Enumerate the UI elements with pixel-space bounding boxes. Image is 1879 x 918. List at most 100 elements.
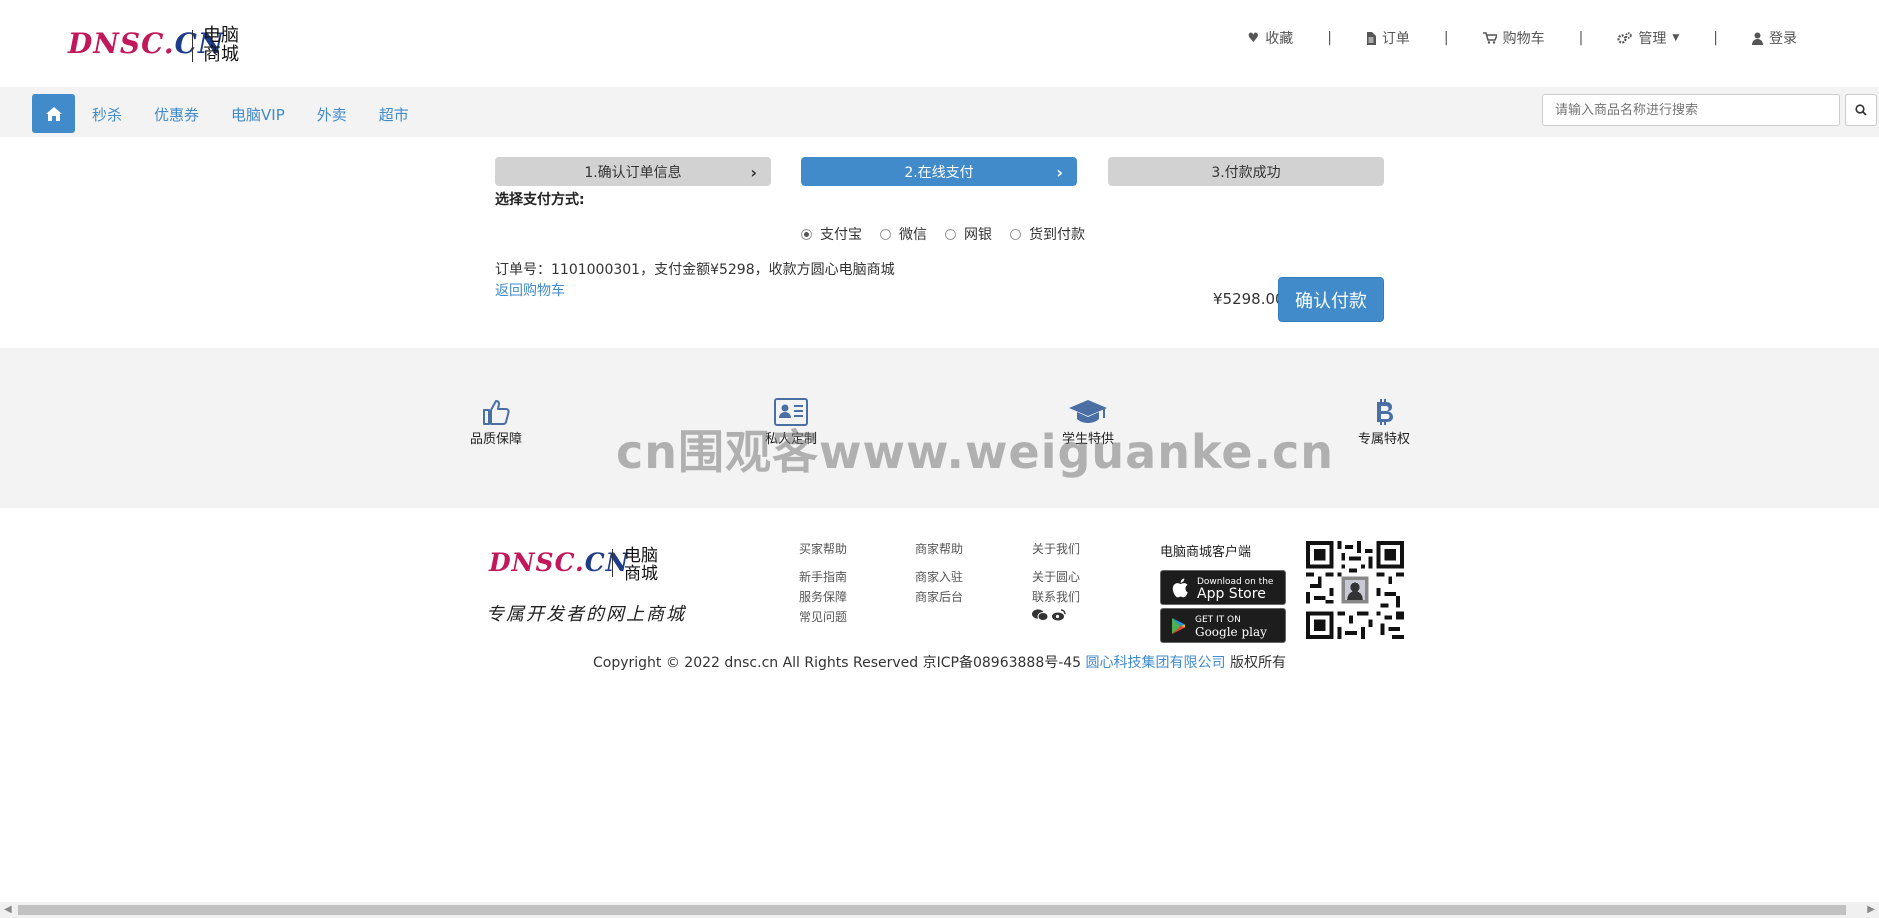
login-link[interactable]: 登录	[1752, 28, 1797, 48]
footer-link[interactable]: 关于圆心	[1032, 567, 1080, 587]
cart-icon	[1482, 32, 1497, 44]
logo-text-part1: DNSC.	[68, 27, 175, 60]
file-icon	[1366, 31, 1376, 45]
search-icon	[1855, 104, 1867, 116]
google-play-icon	[1172, 617, 1185, 634]
order-info: 订单号：1101000301，支付金额¥5298，收款方圆心电脑商城	[495, 262, 895, 278]
nav-links: 秒杀 优惠券 电脑VIP 外卖 超市	[92, 104, 441, 125]
manage-label: 管理	[1638, 31, 1667, 47]
step-label: 2.在线支付	[904, 164, 974, 181]
logo-text-part2: CN	[584, 548, 630, 577]
footer-link[interactable]: 联系我们	[1032, 587, 1080, 607]
company-link[interactable]: 圆心科技集团有限公司	[1086, 655, 1226, 671]
footer-link[interactable]: 商家入驻	[915, 567, 963, 587]
copyright: Copyright © 2022 dnsc.cn All Rights Rese…	[0, 652, 1879, 672]
nav-link-coupons[interactable]: 优惠券	[154, 104, 199, 125]
footer-col-merchant-help: 商家帮助 商家入驻 商家后台	[915, 540, 963, 607]
google-play-big: Google play	[1195, 624, 1267, 639]
step-label: 1.确认订单信息	[584, 164, 682, 181]
pay-option-label: 微信	[899, 227, 927, 243]
scroll-right-arrow-icon[interactable]: ▶	[1867, 904, 1875, 915]
footer-col-head: 买家帮助	[799, 542, 848, 556]
footer-link[interactable]: 服务保障	[799, 587, 847, 607]
footer-logo-subtitle: 电脑 商城	[624, 547, 666, 583]
pay-option-cod[interactable]: 货到付款	[1010, 224, 1085, 244]
google-play-button[interactable]: GET IT ON Google play	[1160, 608, 1286, 643]
search-input[interactable]	[1542, 94, 1840, 126]
pay-option-alipay[interactable]: 支付宝	[801, 224, 862, 244]
cart-label: 购物车	[1502, 31, 1545, 47]
manage-dropdown[interactable]: 管理 ▼	[1617, 28, 1679, 48]
app-store-button[interactable]: Download on the App Store	[1160, 570, 1286, 605]
pay-option-netbank[interactable]: 网银	[945, 224, 992, 244]
step-confirm-order: 1.确认订单信息 ›	[495, 157, 771, 186]
heart-icon: ♥	[1247, 30, 1260, 46]
home-button[interactable]	[32, 94, 75, 133]
footer-col-about: 关于我们 关于圆心 联系我们	[1032, 540, 1080, 621]
pay-option-label: 支付宝	[820, 227, 862, 243]
user-icon	[1752, 32, 1763, 45]
feature-quality: 品质保障	[436, 398, 556, 447]
home-icon	[45, 106, 62, 121]
step-payment-success: 3.付款成功	[1108, 157, 1384, 186]
google-play-small: GET IT ON	[1195, 614, 1241, 625]
copyright-suffix: 版权所有	[1225, 655, 1286, 671]
nav-separator: |	[1713, 30, 1718, 46]
radio-icon[interactable]	[945, 228, 956, 240]
logo-text-part1: DNSC.	[489, 548, 585, 577]
pay-option-label: 货到付款	[1029, 227, 1085, 243]
nav-link-vip[interactable]: 电脑VIP	[231, 104, 285, 125]
radio-selected-icon[interactable]	[801, 228, 812, 240]
cart-link[interactable]: 购物车	[1482, 28, 1545, 48]
bitcoin-icon	[1377, 399, 1393, 425]
logo-subtitle-line1: 电脑	[203, 25, 239, 46]
nav-link-miaosha[interactable]: 秒杀	[92, 104, 122, 125]
pay-option-label: 网银	[964, 227, 992, 243]
weibo-icon[interactable]	[1052, 609, 1066, 621]
radio-icon[interactable]	[880, 228, 891, 240]
feature-label: 专属特权	[1357, 432, 1410, 447]
wechat-icon[interactable]	[1032, 609, 1048, 621]
site-logo[interactable]: DNSC.CN	[68, 27, 225, 60]
footer-link[interactable]: 常见问题	[799, 607, 847, 627]
nav-separator: |	[1443, 30, 1449, 46]
copyright-text: Copyright © 2022 dnsc.cn All Rights Rese…	[592, 655, 1086, 671]
radio-icon[interactable]	[1010, 228, 1021, 240]
gears-icon	[1617, 31, 1633, 44]
orders-link[interactable]: 订单	[1366, 28, 1410, 48]
footer-link[interactable]: 新手指南	[799, 567, 847, 587]
pay-option-wechat[interactable]: 微信	[880, 224, 927, 244]
horizontal-scrollbar[interactable]: ◀ ▶	[0, 902, 1879, 918]
app-store-big: App Store	[1197, 585, 1266, 602]
nav-link-takeout[interactable]: 外卖	[317, 104, 347, 125]
qr-code-image	[1306, 541, 1404, 639]
step-online-payment: 2.在线支付 ›	[801, 157, 1077, 186]
favorites-link[interactable]: ♥ 收藏	[1248, 28, 1294, 48]
logo-divider	[612, 549, 613, 577]
caret-down-icon: ▼	[1672, 33, 1680, 43]
search-button[interactable]	[1845, 94, 1877, 126]
apple-icon	[1172, 578, 1188, 597]
logo-subtitle-line2: 商城	[624, 564, 658, 584]
top-nav: ♥ 收藏 | 订单 | 购物车 | 管理 ▼ | 登录	[1248, 28, 1797, 48]
logo-subtitle-line1: 电脑	[624, 546, 658, 566]
nav-link-supermarket[interactable]: 超市	[379, 104, 409, 125]
payment-method-label: 选择支付方式:	[495, 192, 585, 208]
footer-col-buyer-help: 买家帮助 新手指南 服务保障 常见问题	[799, 540, 847, 627]
client-app-title: 电脑商城客户端	[1160, 545, 1252, 560]
footer-col-head: 商家帮助	[915, 542, 964, 556]
back-to-cart-link[interactable]: 返回购物车	[495, 280, 565, 300]
chevron-right-icon: ›	[750, 163, 757, 182]
logo-subtitle: 电脑 商城	[203, 26, 247, 64]
scroll-left-arrow-icon[interactable]: ◀	[4, 904, 12, 915]
footer-link[interactable]: 商家后台	[915, 587, 963, 607]
footer-slogan: 专属开发者的网上商城	[486, 604, 686, 625]
footer-logo: DNSC.CN	[489, 548, 630, 577]
footer-col-head: 关于我们	[1032, 542, 1081, 556]
login-label: 登录	[1769, 31, 1797, 47]
social-links	[1032, 609, 1080, 621]
payment-options: 支付宝 微信 网银 货到付款	[801, 224, 1103, 244]
thumbs-up-icon	[483, 400, 510, 425]
scrollbar-thumb[interactable]	[18, 905, 1846, 915]
confirm-payment-button[interactable]: 确认付款	[1278, 277, 1384, 322]
